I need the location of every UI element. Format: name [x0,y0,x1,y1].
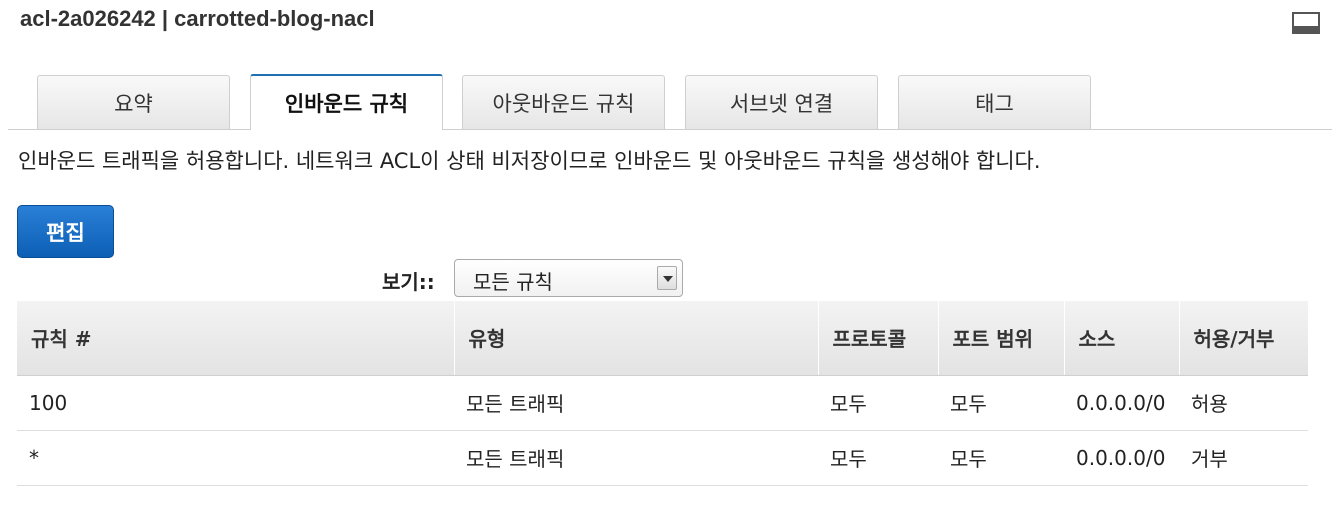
view-filter-select[interactable]: 모든 규칙 [454,259,683,297]
cell-protocol: 모두 [818,375,938,431]
tab-tags[interactable]: 태그 [898,75,1091,129]
cell-protocol: 모두 [818,430,938,486]
cell-rule-number: * [17,430,454,486]
view-filter-value: 모든 규칙 [473,270,553,294]
tab-inbound-rules[interactable]: 인바운드 규칙 [250,74,443,130]
column-header-port-range[interactable]: 포트 범위 [938,301,1065,376]
table-row[interactable]: 100 모든 트래픽 모두 모두 0.0.0.0/0 허용 [17,375,1308,431]
cell-source: 0.0.0.0/0 [1064,430,1179,486]
cell-type: 모든 트래픽 [454,375,818,431]
view-filter-label: 보기:: [382,270,435,294]
cell-rule-number: 100 [17,375,454,431]
column-header-type[interactable]: 유형 [454,301,819,376]
rules-table: 규칙 # 유형 프로토콜 포트 범위 소스 허용/거부 100 모든 트래픽 모… [17,301,1308,486]
tab-subnet-associations[interactable]: 서브넷 연결 [685,75,878,129]
tab-description: 인바운드 트래픽을 허용합니다. 네트워크 ACL이 상태 비저장이므로 인바운… [18,149,1041,173]
cell-action-deny: 거부 [1179,430,1308,486]
chevron-down-icon[interactable] [657,266,677,290]
column-header-rule[interactable]: 규칙 # [17,301,455,376]
page-title: acl-2a026242 | carrotted-blog-nacl [20,6,375,31]
edit-button[interactable]: 편집 [17,205,114,258]
table-header-row: 규칙 # 유형 프로토콜 포트 범위 소스 허용/거부 [17,301,1308,376]
cell-action-allow: 허용 [1179,375,1308,431]
tab-outbound-rules[interactable]: 아웃바운드 규칙 [462,75,665,129]
cell-port-range: 모두 [938,430,1064,486]
minimize-icon[interactable] [1292,12,1320,34]
table-row[interactable]: * 모든 트래픽 모두 모두 0.0.0.0/0 거부 [17,430,1308,486]
cell-source: 0.0.0.0/0 [1064,375,1179,431]
column-header-source[interactable]: 소스 [1064,301,1180,376]
column-header-protocol[interactable]: 프로토콜 [818,301,939,376]
column-header-allow-deny[interactable]: 허용/거부 [1179,301,1308,376]
cell-port-range: 모두 [938,375,1064,431]
tab-summary[interactable]: 요약 [37,75,230,129]
cell-type: 모든 트래픽 [454,430,818,486]
tabs-divider [8,129,1332,130]
